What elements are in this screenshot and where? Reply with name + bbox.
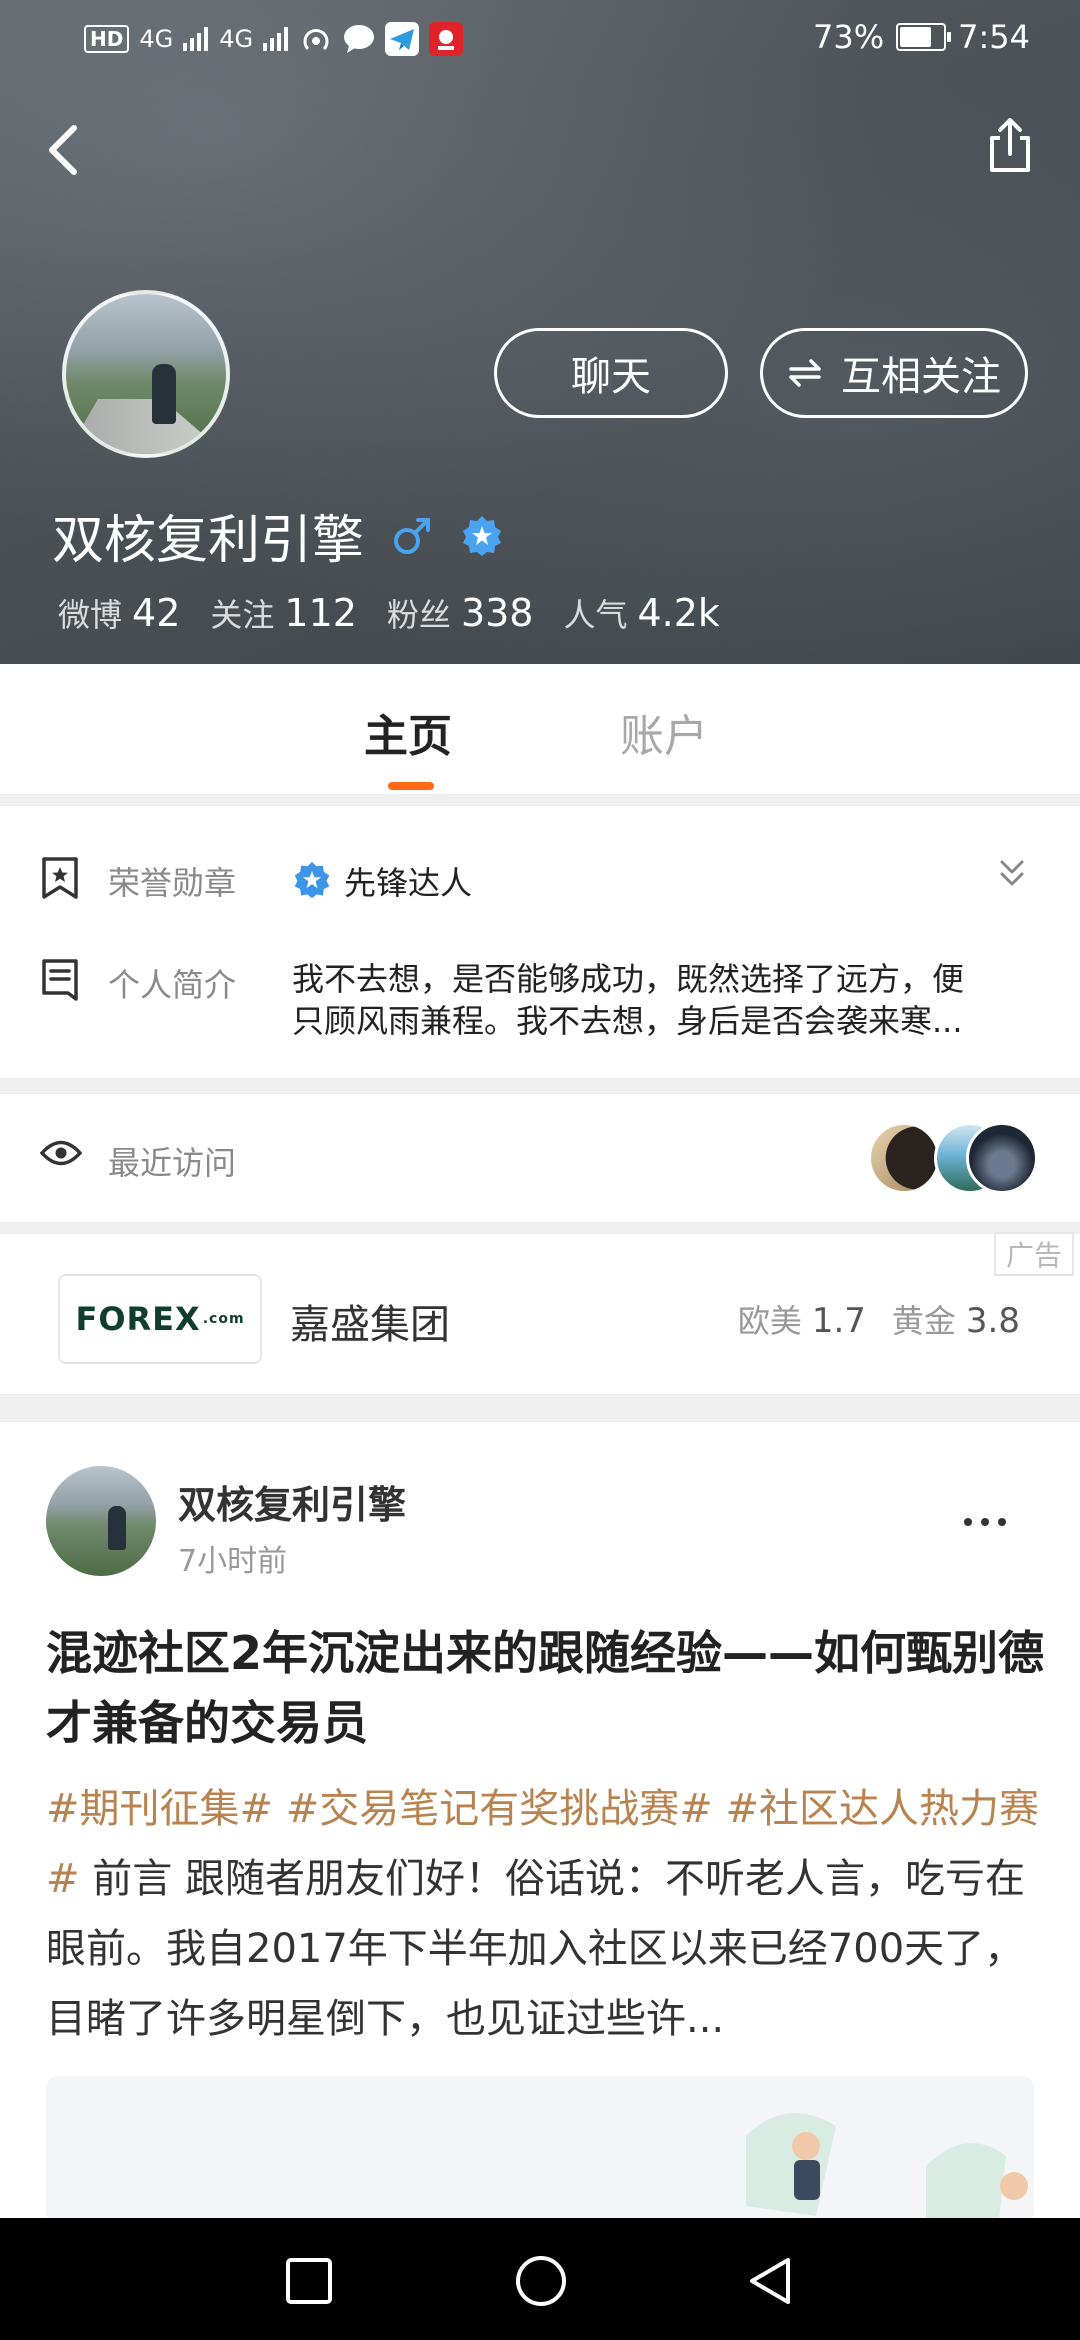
signal-icon-2 xyxy=(263,27,289,51)
bio-line-2: 只顾风雨兼程。我不去想，身后是否会袭来寒... xyxy=(292,1002,963,1040)
recent-visits-label: 最近访问 xyxy=(108,1144,237,1182)
stat-following[interactable]: 关注 112 xyxy=(210,590,357,636)
profile-stats: 微博 42 关注 112 粉丝 338 人气 4.2k xyxy=(58,590,720,636)
circle-icon[interactable] xyxy=(514,2254,568,2308)
triangle-back-icon[interactable] xyxy=(744,2254,798,2308)
huawei-app-icon xyxy=(429,22,464,56)
hashtag[interactable]: #交易笔记有奖挑战赛# xyxy=(286,1786,713,1832)
bio-label: 个人简介 xyxy=(108,966,237,1004)
clock: 7:54 xyxy=(958,18,1030,56)
bio-line-1: 我不去想，是否能够成功，既然选择了远方，便 xyxy=(292,960,965,998)
ad-card[interactable]: 广告 FOREX .com 嘉盛集团 欧美 1.7 黄金 3.8 xyxy=(0,1232,1080,1394)
profile-header: HD 4G 4G 73% 7:54 聊天 互相关注 双核复利引擎 微博 42 关… xyxy=(0,0,1080,664)
swap-arrows-icon xyxy=(789,359,821,387)
post-body[interactable]: #期刊征集# #交易笔记有奖挑战赛# #社区达人热力赛# 前言 跟随者朋友们好！… xyxy=(46,1774,1046,2054)
mutual-follow-button[interactable]: 互相关注 xyxy=(760,328,1028,418)
verified-badge-icon xyxy=(463,515,502,556)
forex-logo: FOREX .com xyxy=(58,1274,262,1364)
post-title[interactable]: 混迹社区2年沉淀出来的跟随经验——如何甄别德才兼备的交易员 xyxy=(46,1618,1046,1758)
telegram-app-icon xyxy=(385,22,420,56)
stat-fans[interactable]: 粉丝 338 xyxy=(387,590,534,636)
quote-gold-value: 3.8 xyxy=(965,1301,1020,1341)
post-time: 7小时前 xyxy=(178,1544,288,1579)
status-left: HD 4G 4G xyxy=(84,22,464,56)
hashtag[interactable]: #期刊征集# xyxy=(46,1786,273,1832)
back-arrow-icon[interactable] xyxy=(36,120,96,180)
bio-document-icon xyxy=(42,959,78,1001)
status-right: 73% 7:54 xyxy=(813,18,1030,56)
pioneer-badge-icon xyxy=(294,861,330,899)
signal-icon xyxy=(183,27,209,51)
profile-info-card: 荣誉勋章 先锋达人 个人简介 我不去想，是否能够成功，既然选择了远方，便 只顾风… xyxy=(0,806,1080,1078)
recent-visits-card[interactable]: 最近访问 xyxy=(0,1094,1080,1222)
chat-button-label: 聊天 xyxy=(571,354,651,400)
square-icon[interactable] xyxy=(282,2254,336,2308)
forex-logo-text: FOREX xyxy=(75,1300,201,1338)
hotspot-icon xyxy=(303,29,329,51)
post-author-name[interactable]: 双核复利引擎 xyxy=(178,1474,406,1529)
profile-avatar[interactable] xyxy=(62,290,230,458)
hd-indicator: HD xyxy=(84,25,130,53)
post-author-avatar[interactable] xyxy=(46,1466,156,1576)
signal-2-label: 4G xyxy=(219,25,254,53)
honor-badge-label: 荣誉勋章 xyxy=(108,864,237,902)
visitor-avatar[interactable] xyxy=(966,1122,1038,1194)
forex-logo-suffix: .com xyxy=(202,1311,245,1327)
username-row: 双核复利引擎 xyxy=(52,498,504,573)
badge-bookmark-icon xyxy=(42,857,78,899)
male-gender-icon xyxy=(394,517,431,554)
pioneer-badge-name: 先锋达人 xyxy=(344,864,473,902)
ad-quotes: 欧美 1.7 黄金 3.8 xyxy=(738,1296,1020,1342)
battery-icon xyxy=(896,23,952,51)
ad-tag: 广告 xyxy=(994,1232,1074,1276)
status-bar: HD 4G 4G 73% 7:54 xyxy=(0,0,1080,80)
mutual-follow-label: 互相关注 xyxy=(841,354,1001,400)
bio-text: 我不去想，是否能够成功，既然选择了远方，便 只顾风雨兼程。我不去想，身后是否会袭… xyxy=(292,958,1032,1042)
post-body-text: 前言 跟随者朋友们好！俗话说：不听老人言，吃亏在眼前。我自2017年下半年加入社… xyxy=(46,1856,1025,2042)
quote-eurusd-label: 欧美 xyxy=(737,1302,802,1340)
battery-fill xyxy=(900,27,932,47)
active-tab-indicator xyxy=(388,782,434,790)
signal-1-label: 4G xyxy=(139,25,174,53)
eye-icon xyxy=(40,1140,82,1166)
share-icon[interactable] xyxy=(980,116,1040,176)
more-options-icon[interactable] xyxy=(960,1512,1010,1532)
stat-weibo[interactable]: 微博 42 xyxy=(58,590,180,636)
tab-home[interactable]: 主页 xyxy=(364,700,452,764)
double-chevron-down-icon[interactable] xyxy=(992,854,1032,894)
username: 双核复利引擎 xyxy=(52,511,365,571)
chat-button[interactable]: 聊天 xyxy=(494,328,728,418)
profile-tabs: 主页 账户 xyxy=(0,664,1080,794)
battery-percent: 73% xyxy=(813,18,885,56)
quote-gold-label: 黄金 xyxy=(891,1302,956,1340)
message-icon xyxy=(344,25,375,53)
visitor-avatar[interactable] xyxy=(868,1122,940,1194)
quote-eurusd-value: 1.7 xyxy=(811,1301,866,1341)
post-card[interactable]: 双核复利引擎 7小时前 混迹社区2年沉淀出来的跟随经验——如何甄别德才兼备的交易… xyxy=(0,1422,1080,2276)
ad-company-name: 嘉盛集团 xyxy=(290,1302,450,1348)
stat-popularity[interactable]: 人气 4.2k xyxy=(563,590,719,636)
system-nav-bar xyxy=(0,2218,1080,2340)
tab-account[interactable]: 账户 xyxy=(620,700,708,764)
